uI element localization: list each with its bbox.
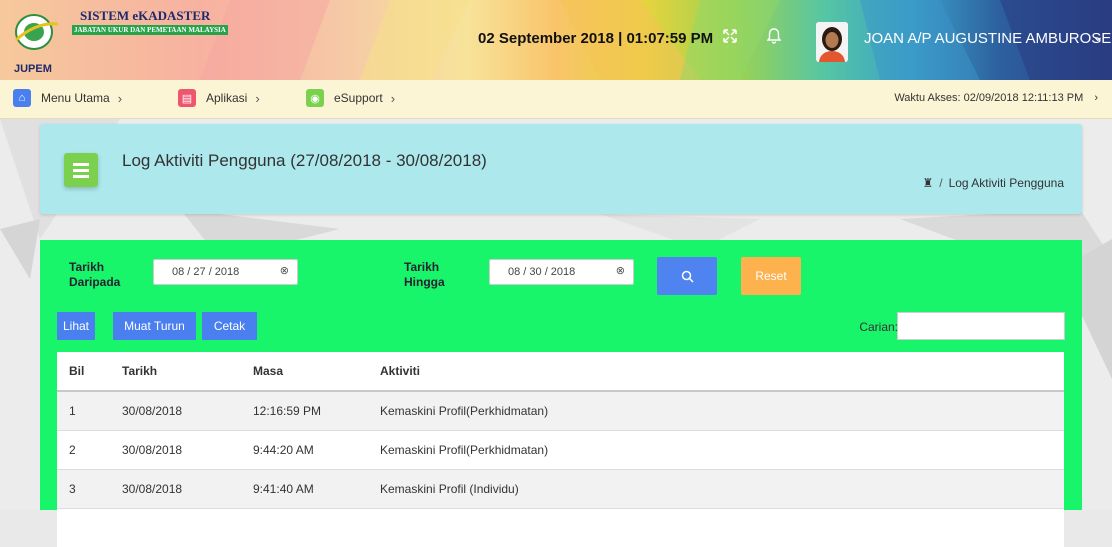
table-cell: 2 — [57, 431, 110, 470]
support-icon: ◉ — [306, 89, 324, 107]
column-header[interactable]: Masa — [241, 352, 368, 391]
table-cell: 30/08/2018 — [110, 470, 241, 509]
nav-item-menu-utama[interactable]: ⌂ Menu Utama › — [13, 89, 122, 107]
search-icon — [681, 270, 694, 283]
table-cell: 12:16:59 PM — [241, 391, 368, 431]
table-cell — [57, 509, 110, 547]
top-header: JUPEM SISTEM eKADASTER JABATAN UKUR DAN … — [0, 0, 1112, 80]
chevron-right-icon: › — [391, 91, 395, 106]
from-date-value: 08 / 27 / 2018 — [172, 266, 239, 278]
search-label: Carian: — [859, 320, 898, 334]
table-cell — [110, 509, 241, 547]
table-cell: Kemaskini Profil(Perkhidmatan) — [368, 391, 1064, 431]
to-date-input[interactable]: 08 / 30 / 2018 ⊗ — [489, 259, 634, 285]
table-row: 2 30/08/2018 9:44:20 AM Kemaskini Profil… — [57, 431, 1064, 470]
activity-log-table: Bil Tarikh Masa Aktiviti 1 30/08/2018 12… — [57, 352, 1064, 547]
list-icon — [64, 153, 98, 187]
table-cell: 9:44:20 AM — [241, 431, 368, 470]
table-header-row: Bil Tarikh Masa Aktiviti — [57, 352, 1064, 391]
breadcrumb-current: Log Aktiviti Pengguna — [949, 176, 1064, 190]
clear-icon[interactable]: ⊗ — [616, 264, 625, 277]
activity-log-panel: TarikhDaripada 08 / 27 / 2018 ⊗ TarikhHi… — [40, 240, 1082, 510]
table-cell — [241, 509, 368, 547]
table-row: 3 30/08/2018 9:41:40 AM Kemaskini Profil… — [57, 470, 1064, 509]
nav-item-label: eSupport — [334, 91, 383, 105]
table-cell: 1 — [57, 391, 110, 431]
logo-text: JUPEM — [14, 63, 52, 75]
table-row: 1 30/08/2018 12:16:59 PM Kemaskini Profi… — [57, 391, 1064, 431]
search-button[interactable] — [657, 257, 717, 295]
to-date-label: TarikhHingga — [404, 260, 445, 290]
brand-subtitle: JABATAN UKUR DAN PEMETAAN MALAYSIA — [72, 25, 228, 35]
access-time-label: Waktu Akses: 02/09/2018 12:11:13 PM — [894, 92, 1083, 104]
page-title: Log Aktiviti Pengguna (27/08/2018 - 30/0… — [122, 151, 487, 171]
print-button[interactable]: Cetak — [202, 312, 257, 340]
nav-bar: ⌂ Menu Utama › ▤ Aplikasi › ◉ eSupport ›… — [0, 80, 1112, 119]
clear-icon[interactable]: ⊗ — [280, 264, 289, 277]
table-cell: 9:41:40 AM — [241, 470, 368, 509]
chevron-right-icon: › — [255, 91, 259, 106]
brand-title: SISTEM eKADASTER — [80, 8, 210, 24]
bell-icon[interactable] — [767, 28, 781, 49]
column-header[interactable]: Aktiviti — [368, 352, 1064, 391]
chevron-right-icon: › — [118, 91, 122, 106]
table-cell: 30/08/2018 — [110, 391, 241, 431]
page-header-card: Log Aktiviti Pengguna (27/08/2018 - 30/0… — [40, 124, 1082, 214]
access-time[interactable]: Waktu Akses: 02/09/2018 12:11:13 PM › — [894, 92, 1098, 104]
nav-item-esupport[interactable]: ◉ eSupport › — [306, 89, 395, 107]
from-date-label: TarikhDaripada — [69, 260, 120, 290]
expand-icon[interactable] — [722, 28, 738, 49]
view-button[interactable]: Lihat — [57, 312, 95, 340]
nav-item-aplikasi[interactable]: ▤ Aplikasi › — [178, 89, 260, 107]
to-date-value: 08 / 30 / 2018 — [508, 266, 575, 278]
download-button[interactable]: Muat Turun — [113, 312, 196, 340]
from-date-input[interactable]: 08 / 27 / 2018 ⊗ — [153, 259, 298, 285]
table-cell: 3 — [57, 470, 110, 509]
table-cell — [368, 509, 1064, 547]
home-icon[interactable]: ♜ — [922, 176, 933, 190]
table-cell: 30/08/2018 — [110, 431, 241, 470]
nav-item-label: Aplikasi — [206, 91, 247, 105]
avatar[interactable] — [816, 22, 848, 62]
breadcrumb: ♜ / Log Aktiviti Pengguna — [922, 176, 1064, 190]
apps-icon: ▤ — [178, 89, 196, 107]
current-datetime: 02 September 2018 | 01:07:59 PM — [478, 30, 713, 47]
home-icon: ⌂ — [13, 89, 31, 107]
search-input[interactable] — [897, 312, 1065, 340]
column-header[interactable]: Tarikh — [110, 352, 241, 391]
nav-item-label: Menu Utama — [41, 91, 110, 105]
table-cell: Kemaskini Profil (Individu) — [368, 470, 1064, 509]
table-cell: Kemaskini Profil(Perkhidmatan) — [368, 431, 1064, 470]
reset-button[interactable]: Reset — [741, 257, 801, 295]
breadcrumb-separator: / — [939, 176, 942, 190]
user-name[interactable]: JOAN A/P AUGUSTINE AMBUROSE — [864, 30, 1111, 47]
table-row — [57, 509, 1064, 547]
chevron-down-icon[interactable]: ⌄ — [1092, 28, 1104, 45]
chevron-right-icon: › — [1094, 92, 1098, 104]
jupem-logo[interactable]: JUPEM — [12, 2, 68, 76]
column-header[interactable]: Bil — [57, 352, 110, 391]
